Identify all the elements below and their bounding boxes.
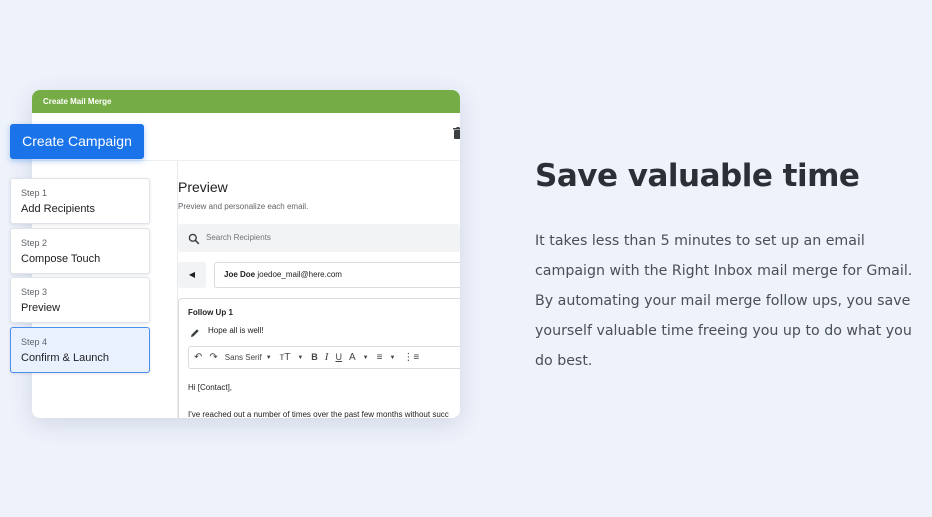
preview-panel: Preview Preview and personalize each ema… [177, 161, 460, 418]
step-confirm-launch[interactable]: Step 4 Confirm & Launch [10, 327, 150, 373]
text-size-icon[interactable]: тT [280, 352, 291, 363]
email-body-text[interactable]: I've reached out a number of times over … [188, 410, 449, 418]
preview-subtitle: Preview and personalize each email. [178, 202, 309, 211]
create-campaign-button[interactable]: Create Campaign [10, 124, 144, 159]
preview-title: Preview [178, 179, 228, 195]
contact-email: joedoe_mail@here.com [257, 270, 342, 279]
subject-text[interactable]: Hope all is well! [208, 326, 264, 335]
step-number: Step 3 [21, 287, 48, 297]
step-label: Compose Touch [21, 253, 101, 265]
search-recipients-box[interactable] [178, 224, 460, 252]
headline: Save valuable time [535, 158, 860, 194]
search-recipients-input[interactable] [206, 233, 406, 242]
trash-icon[interactable] [453, 127, 460, 139]
step-number: Step 1 [21, 188, 48, 198]
contact-name: Joe Doe [224, 270, 256, 279]
search-icon [188, 232, 200, 245]
step-preview[interactable]: Step 3 Preview [10, 277, 150, 323]
undo-icon[interactable]: ↶ [194, 352, 202, 363]
chevron-down-icon[interactable]: ▼ [297, 355, 303, 361]
back-arrow-icon: ◀ [188, 270, 196, 279]
underline-icon[interactable]: U [335, 353, 342, 362]
format-toolbar: ↶ ↷ Sans Serif ▼ тT ▼ B I U A ▼ ≡ ▼ ⋮≡ [188, 346, 460, 369]
step-number: Step 2 [21, 238, 48, 248]
previous-contact-button[interactable]: ◀ [178, 262, 206, 288]
align-icon[interactable]: ≡ [377, 352, 383, 363]
chevron-down-icon[interactable]: ▼ [363, 355, 369, 361]
step-compose-touch[interactable]: Step 2 Compose Touch [10, 228, 150, 274]
step-label: Add Recipients [21, 203, 95, 215]
step-label: Preview [21, 302, 61, 314]
step-number: Step 4 [21, 337, 48, 347]
text-color-icon[interactable]: A [349, 352, 356, 363]
redo-icon[interactable]: ↷ [209, 352, 217, 363]
email-body-greeting[interactable]: Hi [Contact], [188, 383, 232, 392]
step-add-recipients[interactable]: Step 1 Add Recipients [10, 178, 150, 224]
chevron-down-icon[interactable]: ▼ [389, 355, 395, 361]
window-title: Create Mail Merge [32, 90, 460, 113]
contact-row[interactable]: Joe Doe joedoe_mail@here.com [214, 262, 460, 288]
italic-icon[interactable]: I [325, 352, 329, 363]
pencil-icon[interactable] [190, 325, 200, 337]
description-paragraph: It takes less than 5 minutes to set up a… [535, 233, 913, 369]
email-editor: Follow Up 1 Hope all is well! ↶ ↷ Sans S… [178, 298, 460, 418]
step-label: Confirm & Launch [21, 352, 110, 364]
numbered-list-icon[interactable]: ⋮≡ [403, 352, 419, 363]
bold-icon[interactable]: B [311, 353, 318, 362]
font-select[interactable]: Sans Serif [225, 353, 262, 362]
chevron-down-icon[interactable]: ▼ [266, 355, 272, 361]
followup-label: Follow Up 1 [188, 308, 233, 317]
